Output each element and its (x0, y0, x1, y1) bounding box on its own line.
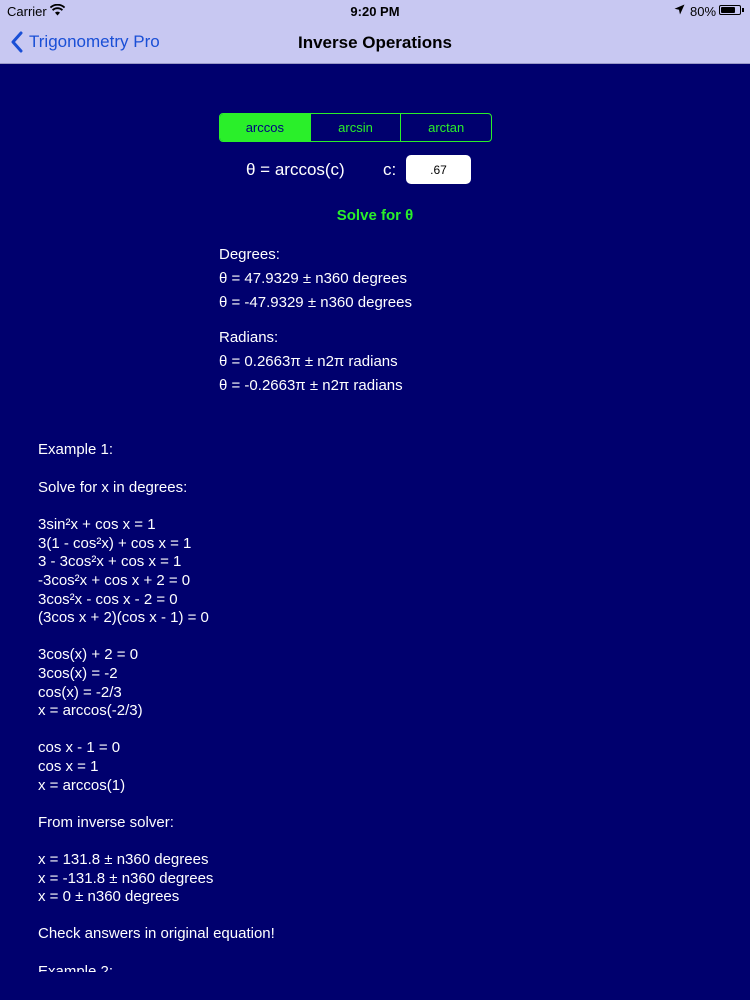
status-bar: Carrier 9:20 PM 80% (0, 0, 750, 22)
navigation-bar: Trigonometry Pro Inverse Operations (0, 22, 750, 64)
degrees-heading: Degrees: (219, 246, 280, 263)
example-line: 3cos(x) + 2 = 0 (38, 646, 139, 664)
battery-percent: 80% (690, 4, 717, 19)
function-segmented-control: arccos arcsin arctan (219, 113, 492, 142)
example-line: (3cos x + 2)(cos x - 1) = 0 (38, 609, 209, 627)
degrees-result: θ = -47.9329 ± n360 degrees (219, 294, 412, 311)
example-line: -3cos²x + cos x + 2 = 0 (38, 572, 191, 589)
c-input-label: c: (383, 160, 397, 179)
example-line: cos x - 1 = 0 (38, 739, 121, 757)
example-line: From inverse solver: (38, 813, 174, 831)
degrees-result: θ = 47.9329 ± n360 degrees (219, 270, 407, 287)
example-line: 3cos(x) = -2 (38, 665, 118, 682)
example-line: cos x = 1 (38, 758, 99, 775)
example-line: x = 131.8 ± n360 degrees (38, 851, 209, 868)
battery-nub (742, 8, 744, 12)
battery-icon (719, 5, 744, 15)
status-time: 9:20 PM (350, 4, 400, 19)
example-line: 3cos²x - cos x - 2 = 0 (38, 590, 178, 608)
example-line: x = -131.8 ± n360 degrees (38, 869, 214, 887)
formula-label: θ = arccos(c) (246, 160, 345, 179)
segment-arctan[interactable]: arctan (400, 114, 491, 141)
battery-fill (721, 7, 735, 13)
example-line: Example 2: (38, 962, 114, 972)
segment-arcsin[interactable]: arcsin (309, 114, 401, 141)
example-line: 3(1 - cos²x) + cos x = 1 (38, 534, 192, 552)
example-line: 3 - 3cos²x + cos x = 1 (38, 553, 182, 571)
radians-heading: Radians: (219, 329, 279, 346)
example-line: 3sin²x + cos x = 1 (38, 516, 156, 534)
radians-result: θ = 0.2663π ± n2π radians (219, 353, 398, 370)
example-line: x = arccos(-2/3) (38, 702, 143, 720)
example-line: x = arccos(1) (38, 776, 126, 794)
location-arrow-icon (674, 4, 685, 15)
page-title: Inverse Operations (297, 33, 452, 52)
radians-result: θ = -0.2663π ± n2π radians (219, 377, 403, 394)
segment-arccos[interactable]: arccos (220, 114, 310, 141)
example-line: Solve for x in degrees: (38, 478, 188, 496)
example-text-area[interactable]: Example 1: Solve for x in degrees: 3sin²x … (38, 441, 718, 972)
example-line: x = 0 ± n360 degrees (38, 888, 180, 906)
c-value-input[interactable] (406, 155, 471, 184)
example-line: cos(x) = -2/3 (38, 683, 122, 701)
example-line: Check answers in original equation! (38, 925, 275, 943)
solve-button[interactable]: Solve for θ (0, 207, 750, 224)
example-line: Example 1: (38, 441, 114, 458)
